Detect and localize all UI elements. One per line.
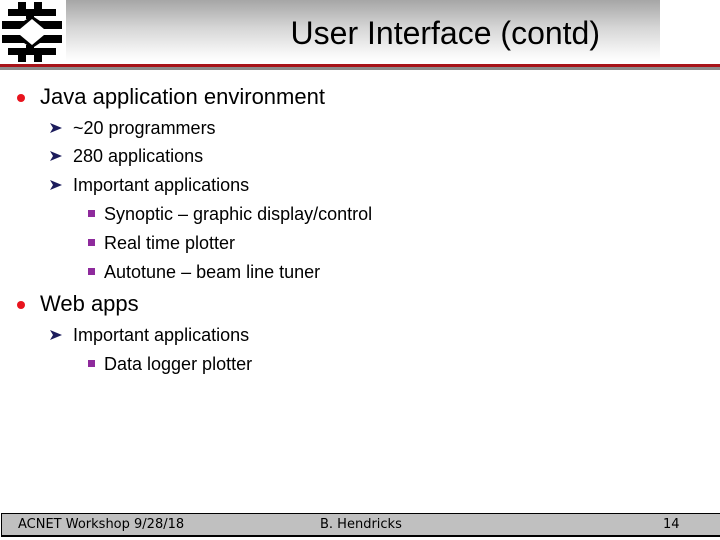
- subbullet-important-applications: Important applications: [50, 174, 250, 196]
- subbullet-text: ~20 programmers: [73, 118, 216, 138]
- bullet-text: Web apps: [40, 291, 139, 316]
- subsubbullet-text: Real time plotter: [104, 233, 236, 253]
- subsubbullet-autotune: Autotune – beam line tuner: [88, 261, 321, 283]
- arrow-bullet-icon: [50, 180, 62, 190]
- subsubbullet-real-time-plotter: Real time plotter: [88, 232, 236, 254]
- square-bullet-icon: [88, 360, 95, 367]
- subsubbullet-synoptic: Synoptic – graphic display/control: [88, 203, 373, 225]
- square-bullet-icon: [88, 268, 95, 275]
- page-number: 14: [663, 517, 680, 532]
- bullet-web-apps: Web apps: [17, 291, 139, 317]
- subsubbullet-data-logger-plotter: Data logger plotter: [88, 353, 253, 375]
- slide-title: User Interface (contd): [290, 15, 600, 51]
- slide-footer: ACNET Workshop 9/28/18 B. Hendricks 14: [1, 513, 720, 537]
- subbullet-programmers: ~20 programmers: [50, 117, 216, 139]
- title-rule-gray: [0, 67, 720, 70]
- red-dot-bullet-icon: [17, 94, 25, 102]
- subbullet-text: 280 applications: [73, 146, 204, 166]
- footer-author: B. Hendricks: [320, 517, 402, 532]
- red-dot-bullet-icon: [17, 301, 25, 309]
- square-bullet-icon: [88, 210, 95, 217]
- bullet-java-environment: Java application environment: [17, 84, 325, 110]
- subsubbullet-text: Synoptic – graphic display/control: [104, 204, 373, 224]
- fermilab-logo-icon: [2, 2, 62, 62]
- subbullet-applications-count: 280 applications: [50, 145, 204, 167]
- subbullet-text: Important applications: [73, 175, 250, 195]
- subsubbullet-text: Autotune – beam line tuner: [104, 262, 321, 282]
- arrow-bullet-icon: [50, 330, 62, 340]
- arrow-bullet-icon: [50, 123, 62, 133]
- square-bullet-icon: [88, 239, 95, 246]
- arrow-bullet-icon: [50, 151, 62, 161]
- footer-event: ACNET Workshop 9/28/18: [18, 517, 185, 532]
- subbullet-text: Important applications: [73, 325, 250, 345]
- bullet-text: Java application environment: [40, 84, 325, 109]
- subsubbullet-text: Data logger plotter: [104, 354, 253, 374]
- subbullet-web-important-applications: Important applications: [50, 324, 250, 346]
